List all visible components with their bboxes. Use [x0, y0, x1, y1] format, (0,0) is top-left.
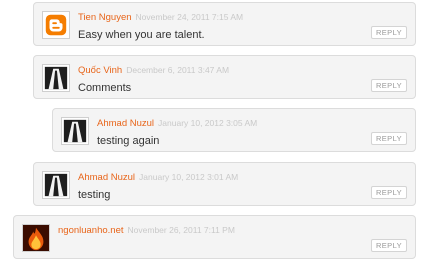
comment-meta: Quốc Vinh December 6, 2011 3:47 AM [78, 64, 229, 77]
comment-meta: Tien Nguyen November 24, 2011 7:15 AM [78, 11, 243, 24]
road-avatar-icon[interactable] [42, 171, 70, 199]
comment-date: December 6, 2011 3:47 AM [126, 65, 230, 75]
blogger-logo-icon[interactable] [42, 11, 70, 39]
comment-date: January 10, 2012 3:01 AM [139, 172, 239, 182]
reply-button[interactable]: REPLY [370, 239, 407, 252]
road-avatar-icon[interactable] [61, 117, 89, 145]
comment-meta: Ahmad Nuzul January 10, 2012 3:05 AM [97, 117, 257, 130]
flame-avatar-icon[interactable] [22, 224, 50, 252]
comment-card: Quốc Vinh December 6, 2011 3:47 AM Commen… [33, 55, 416, 99]
comment-author[interactable]: Ahmad Nuzul [78, 172, 135, 183]
comment-author[interactable]: Quốc Vinh [78, 65, 122, 76]
comment-text: testing again [97, 135, 160, 147]
comment-meta: Ahmad Nuzul January 10, 2012 3:01 AM [78, 171, 238, 184]
reply-button[interactable]: REPLY [370, 79, 407, 92]
comment-author[interactable]: Tien Nguyen [78, 12, 132, 23]
comment-text: testing [78, 189, 111, 201]
comment-text: Easy when you are talent. [78, 29, 205, 41]
comment-card: Tien Nguyen November 24, 2011 7:15 AM Eas… [33, 2, 416, 46]
road-avatar-icon[interactable] [42, 64, 70, 92]
comment-card: Ahmad Nuzul January 10, 2012 3:05 AM test… [52, 108, 416, 152]
comment-date: November 26, 2011 7:11 PM [127, 225, 235, 235]
comment-date: November 24, 2011 7:15 AM [135, 12, 244, 22]
comment-card: Ahmad Nuzul January 10, 2012 3:01 AM test… [33, 162, 416, 206]
comment-author[interactable]: Ahmad Nuzul [97, 118, 154, 129]
reply-button[interactable]: REPLY [370, 132, 407, 145]
comment-date: January 10, 2012 3:05 AM [158, 118, 258, 128]
comment-card: ngonluanho.net November 26, 2011 7:11 PM … [13, 215, 416, 259]
comment-text: Comments [78, 82, 132, 94]
reply-button[interactable]: REPLY [370, 186, 407, 199]
reply-button[interactable]: REPLY [370, 26, 407, 39]
comment-meta: ngonluanho.net November 26, 2011 7:11 PM [58, 224, 235, 237]
comment-author[interactable]: ngonluanho.net [58, 225, 124, 236]
